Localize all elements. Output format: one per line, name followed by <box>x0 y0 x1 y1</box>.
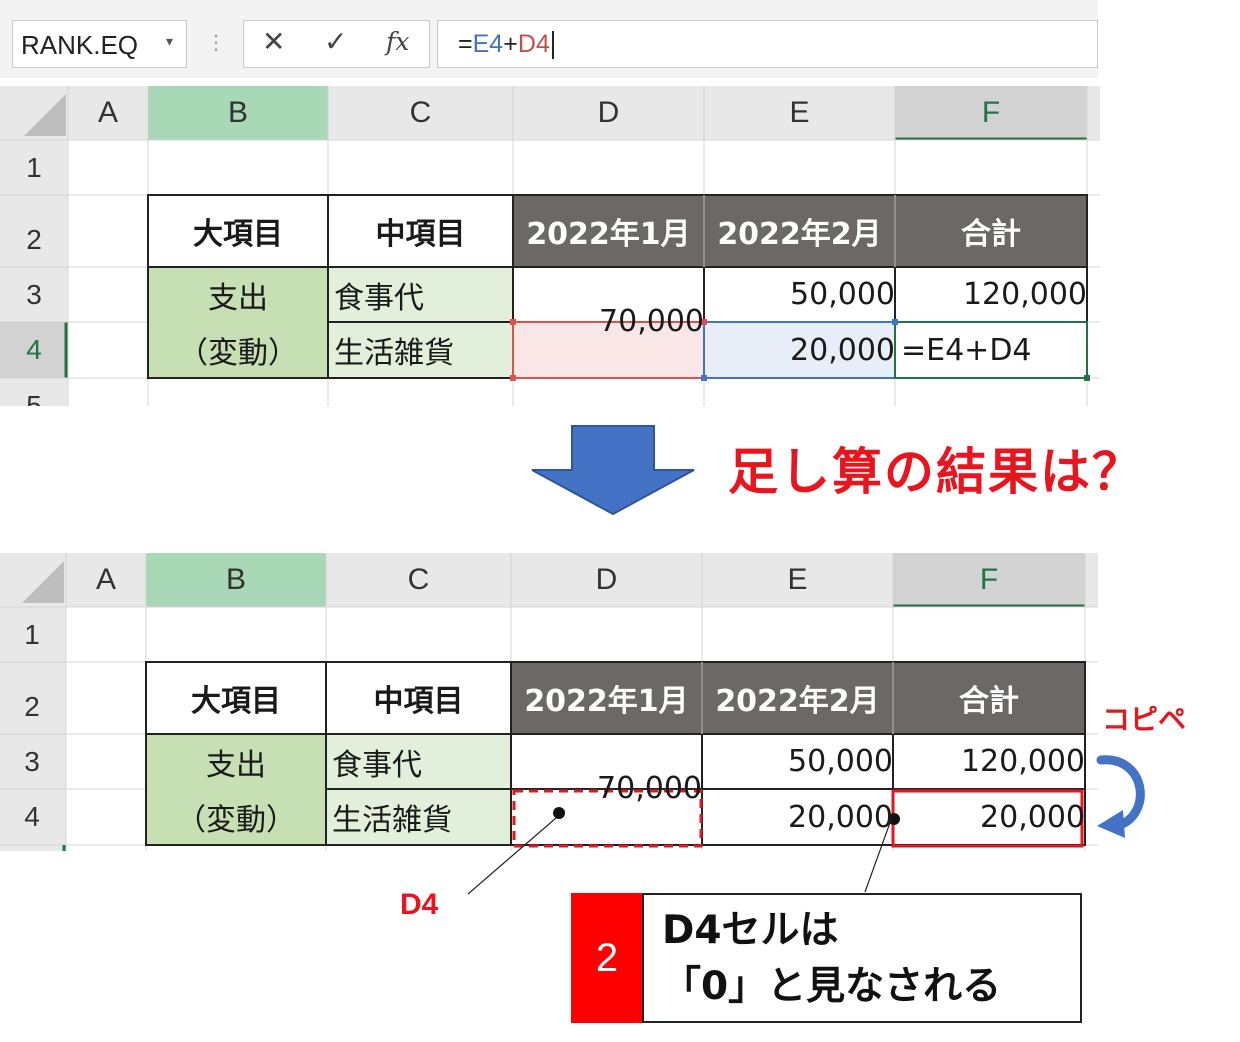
row-header-2[interactable]: 2 <box>0 671 66 743</box>
cancel-icon[interactable]: ✕ <box>262 25 285 58</box>
cell-f3[interactable]: 120,000 <box>893 734 1091 789</box>
cell-c4[interactable]: 生活雑貨 <box>328 322 519 378</box>
col-header-e[interactable]: E <box>702 553 893 607</box>
chevron-down-icon[interactable]: ▾ <box>166 34 173 50</box>
row-header-3[interactable]: 3 <box>0 267 68 322</box>
spreadsheet-before: A B C D E F 1 2 3 4 5 大項目 中項目 2022年1月 20… <box>0 86 1100 406</box>
cell-d2[interactable]: 2022年1月 <box>513 195 704 267</box>
check-icon[interactable]: ✓ <box>324 25 347 58</box>
cell-d2[interactable]: 2022年1月 <box>511 662 702 734</box>
formula-function-group: ✕ ✓ fx <box>243 20 430 68</box>
formula-ref-e4: E4 <box>472 30 504 58</box>
spreadsheet-after: A B C D E F 1 2 3 4 大項目 中項目 2022年1月 2022… <box>0 553 1098 851</box>
cell-c3[interactable]: 食事代 <box>326 734 517 789</box>
cell-d3-overflow[interactable]: 70,000 <box>511 763 708 813</box>
cell-e2[interactable]: 2022年2月 <box>702 662 893 734</box>
cell-f4-result[interactable]: 20,000 <box>893 789 1091 845</box>
result-question-heading: 足し算の結果は？ <box>728 443 1144 501</box>
cell-f2[interactable]: 合計 <box>895 195 1087 267</box>
col-header-a[interactable]: A <box>68 86 148 140</box>
cell-c3[interactable]: 食事代 <box>328 267 519 322</box>
formula-input[interactable]: =E4+D4 <box>437 20 1098 68</box>
text-caret <box>551 31 554 60</box>
formula-plus: + <box>503 30 518 58</box>
row-header-1[interactable]: 1 <box>0 607 66 662</box>
formula-ref-d4: D4 <box>517 30 550 58</box>
cell-f2[interactable]: 合計 <box>893 662 1085 734</box>
insert-function-icon[interactable]: fx <box>386 27 409 56</box>
col-header-f[interactable]: F <box>893 553 1085 607</box>
col-header-e[interactable]: E <box>704 86 895 140</box>
d4-callout-label: D4 <box>400 888 439 921</box>
copy-paste-label: コピペ <box>1102 703 1187 736</box>
cell-f4-editing[interactable]: =E4+D4 <box>895 322 1093 378</box>
cell-e3[interactable]: 50,000 <box>702 734 899 789</box>
cell-b2[interactable]: 大項目 <box>148 195 328 267</box>
note-number-badge: 2 <box>571 893 643 1023</box>
note-box: D4セルは 「0」と見なされる <box>642 893 1082 1023</box>
formula-equals: = <box>458 30 473 58</box>
col-header-b[interactable]: B <box>148 86 328 140</box>
name-box[interactable]: RANK.EQ <box>12 20 187 68</box>
note-line-1: D4セルは <box>662 908 839 953</box>
row-header-2[interactable]: 2 <box>0 204 68 276</box>
row-header-4[interactable]: 4 <box>0 322 68 378</box>
more-dots-icon: ⋮ <box>206 30 226 54</box>
row-header-1[interactable]: 1 <box>0 140 68 195</box>
col-header-b[interactable]: B <box>146 553 326 607</box>
cell-b3-line1[interactable]: 支出 <box>148 267 328 322</box>
cell-b2[interactable]: 大項目 <box>146 662 326 734</box>
col-header-a[interactable]: A <box>66 553 146 607</box>
col-header-d[interactable]: D <box>513 86 704 140</box>
curved-arrow-icon <box>1096 755 1145 838</box>
cell-d3-overflow[interactable]: 70,000 <box>513 296 710 346</box>
pointer-lines <box>467 818 892 895</box>
row-header-4[interactable]: 4 <box>0 789 66 845</box>
cell-e2[interactable]: 2022年2月 <box>704 195 895 267</box>
cell-c2[interactable]: 中項目 <box>326 662 511 734</box>
cell-e3[interactable]: 50,000 <box>704 267 901 322</box>
col-header-d[interactable]: D <box>511 553 702 607</box>
col-header-c[interactable]: C <box>328 86 513 140</box>
row-header-3[interactable]: 3 <box>0 734 66 789</box>
cell-f3[interactable]: 120,000 <box>895 267 1093 322</box>
col-header-f[interactable]: F <box>895 86 1087 140</box>
arrow-down-icon <box>531 425 695 516</box>
cell-b3-line1[interactable]: 支出 <box>146 734 326 789</box>
note-line-2: 「0」と見なされる <box>662 964 1002 1009</box>
col-header-c[interactable]: C <box>326 553 511 607</box>
cell-c2[interactable]: 中項目 <box>328 195 513 267</box>
row-header-5[interactable]: 5 <box>0 378 68 406</box>
cell-b3-line2: （変動） <box>176 803 296 838</box>
cell-b3-line2: （変動） <box>178 336 298 371</box>
cell-e4[interactable]: 20,000 <box>704 322 901 378</box>
